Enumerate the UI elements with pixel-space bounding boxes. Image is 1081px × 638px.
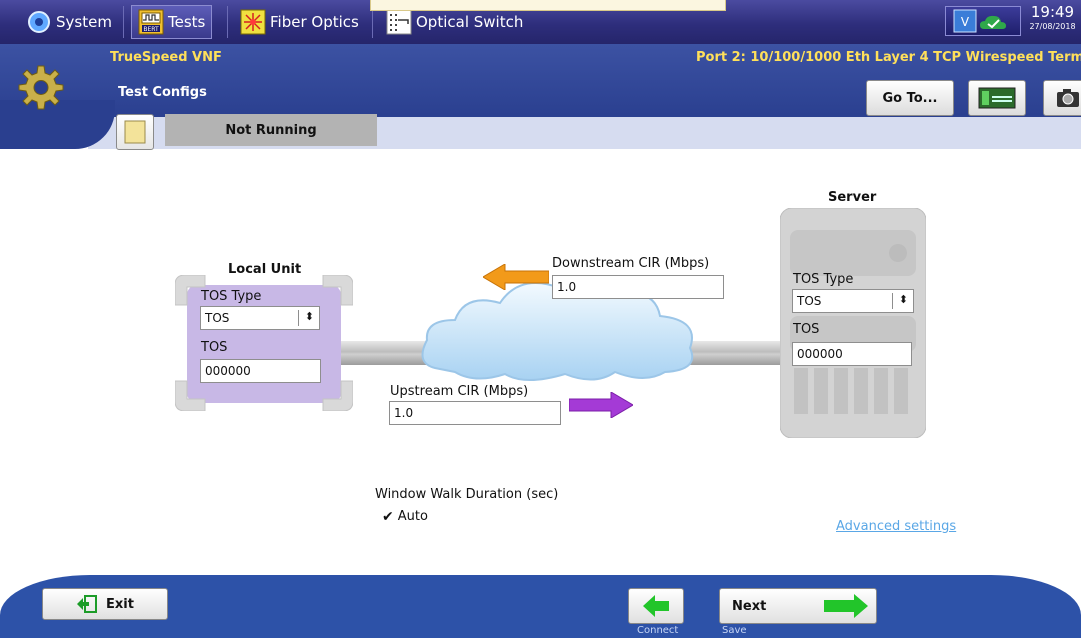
local-tos-input[interactable]: 000000 xyxy=(200,359,321,383)
port-description: Port 2: 10/100/1000 Eth Layer 4 TCP Wire… xyxy=(696,50,1081,65)
advanced-settings-link[interactable]: Advanced settings xyxy=(836,519,956,534)
tab-label: System xyxy=(56,13,112,31)
camera-icon xyxy=(1057,89,1079,107)
laser-icon xyxy=(240,9,266,35)
spinner-icon: ⬍ xyxy=(898,293,908,306)
exit-icon xyxy=(77,595,98,613)
auto-checkbox[interactable]: ✔ Auto xyxy=(382,509,428,524)
tab-fiber-optics[interactable]: Fiber Optics xyxy=(234,5,365,39)
downstream-cir-input[interactable]: 1.0 xyxy=(552,275,724,299)
next-button[interactable]: Next xyxy=(719,588,877,624)
upstream-arrow-icon xyxy=(569,392,633,418)
settings-gear-icon xyxy=(18,64,64,110)
server-tos-label: TOS xyxy=(793,322,820,337)
tab-label: Fiber Optics xyxy=(270,13,359,31)
server-tos-input[interactable]: 000000 xyxy=(792,342,912,366)
app-name: TrueSpeed VNF xyxy=(110,50,222,65)
bert-icon: BERT xyxy=(138,9,164,35)
svg-text:V: V xyxy=(961,15,970,29)
back-button[interactable] xyxy=(628,588,684,624)
time-text: 19:49 xyxy=(1030,3,1075,21)
title-strip xyxy=(370,0,726,11)
tab-label: Optical Switch xyxy=(416,13,524,31)
notepad-icon xyxy=(124,120,146,144)
downstream-arrow-icon xyxy=(483,264,549,290)
status-icons[interactable]: V xyxy=(945,6,1021,36)
auto-checkbox-label: Auto xyxy=(397,509,428,524)
spinner-icon: ⬍ xyxy=(304,310,314,323)
local-tos-type-label: TOS Type xyxy=(201,289,262,304)
next-label: Next xyxy=(732,599,767,614)
local-tos-label: TOS xyxy=(201,340,228,355)
downstream-cir-label: Downstream CIR (Mbps) xyxy=(552,256,710,271)
upstream-cir-input[interactable]: 1.0 xyxy=(389,401,561,425)
screenshot-button[interactable] xyxy=(1043,80,1081,116)
svg-text:BERT: BERT xyxy=(143,26,159,33)
exit-button[interactable]: Exit xyxy=(42,588,168,620)
tab-tests[interactable]: BERT Tests xyxy=(131,5,213,39)
back-arrow-icon xyxy=(643,595,669,617)
cloud-check-icon xyxy=(980,15,1006,29)
local-tos-type-value: TOS xyxy=(205,311,230,325)
date-text: 27/08/2018 xyxy=(1029,22,1076,31)
tab-system[interactable]: System xyxy=(20,5,118,39)
next-sub-label: Save xyxy=(722,625,747,636)
results-button[interactable] xyxy=(968,80,1026,116)
notes-button[interactable] xyxy=(116,114,154,150)
vnc-icon: V xyxy=(953,9,977,33)
next-arrow-icon xyxy=(824,594,868,618)
goto-button[interactable]: Go To... xyxy=(866,80,954,116)
window-walk-label: Window Walk Duration (sec) xyxy=(375,487,559,502)
checkmark-icon: ✔ xyxy=(382,508,394,525)
page-title: Test Configs xyxy=(118,85,207,100)
top-menu-bar: System BERT Tests Fiber Optics Optical S… xyxy=(0,0,1081,44)
exit-label: Exit xyxy=(106,596,134,612)
run-status: Not Running xyxy=(165,114,377,146)
clock: 19:49 27/08/2018 xyxy=(1024,5,1081,31)
server-title: Server xyxy=(828,190,877,205)
server-tos-type-select[interactable]: TOS ⬍ xyxy=(792,289,914,313)
gear-icon xyxy=(26,9,52,35)
back-sub-label: Connect xyxy=(637,625,679,636)
upstream-cir-label: Upstream CIR (Mbps) xyxy=(390,384,529,399)
local-unit-title: Local Unit xyxy=(228,262,302,277)
optical-switch-icon xyxy=(386,9,412,35)
server-tos-type-label: TOS Type xyxy=(793,272,854,287)
server-tos-type-value: TOS xyxy=(797,294,822,308)
tab-label: Tests xyxy=(168,13,206,31)
results-icon xyxy=(978,87,1016,109)
local-tos-type-select[interactable]: TOS ⬍ xyxy=(200,306,320,330)
